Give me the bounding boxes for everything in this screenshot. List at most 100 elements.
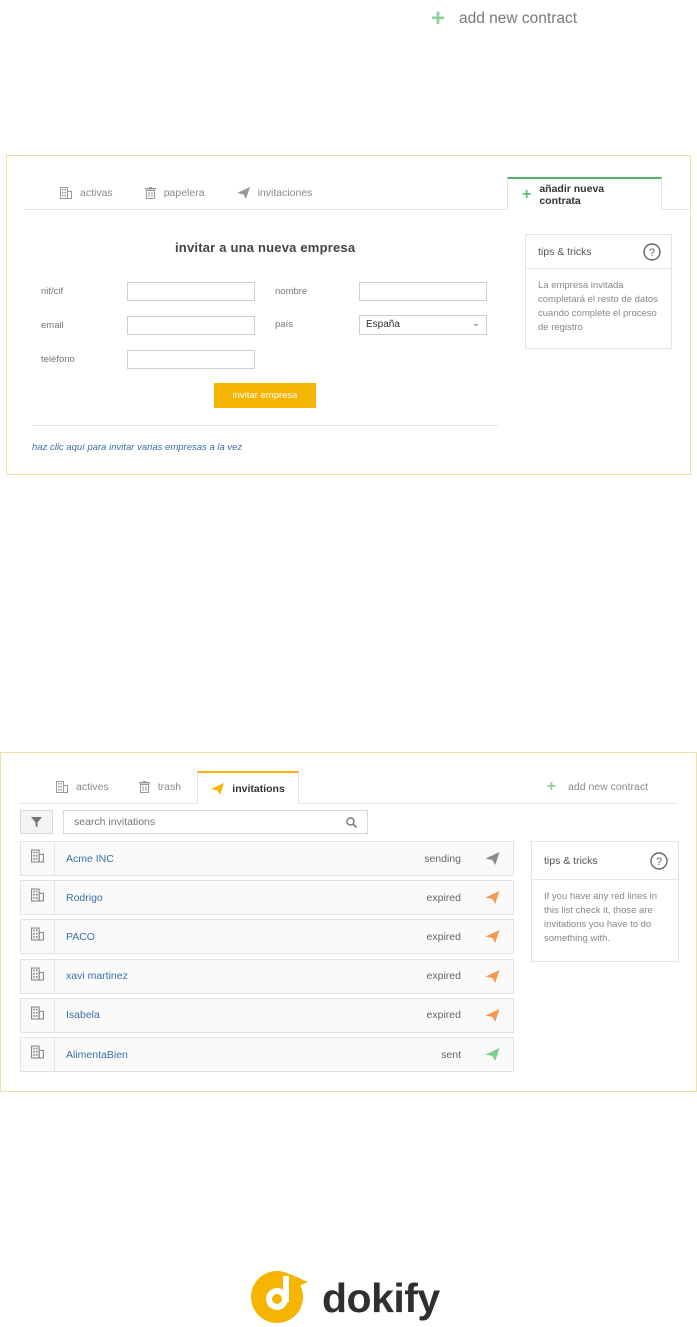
nombre-label: nombre [275,286,308,297]
tab-invitations-label: invitations [232,782,285,795]
dokify-logo-wordmark: dokify [322,1275,440,1321]
tab-bar: activas papelera invitaciones + añadir n… [24,176,690,210]
tab-invitaciones-label: invitaciones [257,187,313,199]
building-icon [31,967,44,986]
help-icon[interactable]: ? [643,242,661,261]
building-icon-cell [21,881,55,915]
svg-text:?: ? [649,247,655,259]
tab-papelera[interactable]: papelera [131,177,219,209]
tab-activas-label: activas [80,187,113,199]
plus-icon: + [546,778,557,795]
building-icon-cell [21,959,55,993]
invitation-name[interactable]: Rodrigo [66,892,427,904]
invitation-status: sending [424,852,461,865]
tips-title: tips & tricks [538,245,592,258]
help-icon[interactable]: ? [650,851,668,870]
tab-anadir-label: añadir nueva contrata [539,182,605,207]
nif-label: nif/cif [41,286,64,297]
form-divider [32,425,498,426]
nif-field[interactable] [127,282,255,301]
email-label: email [41,320,64,331]
dokify-logo-mark-icon [250,1268,314,1327]
tips-body: La empresa invitada completará el resto … [538,280,658,333]
svg-text:?: ? [656,856,662,868]
invitation-status: sent [441,1048,461,1061]
search-box [63,810,368,834]
invitations-panel: actives trash invitations + add new cont… [0,752,697,1092]
building-icon-cell [21,842,55,875]
dokify-logo: dokify [250,1268,440,1327]
filter-button[interactable] [20,810,53,834]
paper-plane-icon[interactable] [481,1048,503,1061]
tab-bar: actives trash invitations + add new cont… [20,769,676,804]
paper-plane-icon[interactable] [481,852,503,865]
tab-actives[interactable]: actives [42,771,123,803]
tab-add-new-contract-label: add new contract [568,781,648,793]
tab-trash-label: trash [157,781,182,793]
trash-icon [138,781,150,793]
paper-plane-icon [211,782,225,795]
tips-header: tips & tricks ? [526,235,671,269]
search-input[interactable] [74,816,324,828]
telefono-label: teléfono [41,354,75,365]
chevron-down-icon: ⌄ [471,318,480,329]
tab-activas[interactable]: activas [46,177,127,209]
tips-body: If you have any red lines in this list c… [544,891,658,944]
tips-box: tips & tricks ? If you have any red line… [531,841,679,962]
table-row[interactable]: xavi martinez expired [20,958,514,994]
table-row[interactable]: PACO expired [20,919,514,955]
invitation-status: expired [426,970,461,983]
paper-plane-icon[interactable] [481,1008,503,1022]
building-icon [56,781,68,793]
invitation-name[interactable]: AlimentaBien [66,1049,441,1061]
invitation-name[interactable]: xavi martinez [66,970,427,982]
telefono-field[interactable] [127,350,255,369]
plus-icon: + [522,185,532,203]
tab-anadir-nueva-contrata[interactable]: + añadir nueva contrata [507,177,662,210]
pais-selected-value: España [366,319,400,330]
building-icon [31,1006,44,1025]
pais-select[interactable]: España ⌄ [359,315,487,335]
invitar-empresa-button[interactable]: invitar empresa [214,383,316,408]
paper-plane-icon [236,187,250,199]
nombre-field[interactable] [359,282,487,301]
bulk-invite-link[interactable]: haz clic aquí para invitar varias empres… [32,442,242,453]
building-icon-cell [21,998,55,1032]
invitation-status: expired [426,930,461,943]
tab-invitaciones[interactable]: invitaciones [223,177,327,209]
tab-actives-label: actives [76,781,109,793]
search-icon[interactable] [346,816,357,828]
tab-invitations[interactable]: invitations [197,771,300,804]
invitation-status: expired [426,891,461,904]
invitation-name[interactable]: Isabela [66,1009,427,1021]
top-add-contract-label: add new contract [459,10,578,27]
building-icon [60,187,72,199]
building-icon [31,849,44,868]
tab-papelera-label: papelera [163,187,205,199]
paper-plane-icon[interactable] [481,969,503,983]
building-icon-cell [21,1038,55,1071]
table-row[interactable]: AlimentaBien sent [20,1037,514,1072]
paper-plane-icon[interactable] [481,891,503,905]
tab-trash[interactable]: trash [125,771,195,803]
tips-title: tips & tricks [544,854,598,867]
tab-add-new-contract[interactable]: + add new contract [533,771,662,803]
tips-box: tips & tricks ? La empresa invitada comp… [525,234,672,349]
table-row[interactable]: Isabela expired [20,997,514,1033]
invitation-name[interactable]: PACO [66,931,427,943]
trash-icon [144,187,156,199]
tips-header: tips & tricks ? [532,842,678,880]
building-icon [31,1045,44,1064]
invitation-status: expired [426,1009,461,1022]
email-field[interactable] [127,316,255,335]
building-icon-cell [21,920,55,954]
building-icon [31,888,44,907]
invite-company-panel: activas papelera invitaciones + añadir n… [6,155,691,475]
table-row[interactable]: Acme INC sending [20,841,514,876]
plus-icon: + [431,5,446,32]
table-row[interactable]: Rodrigo expired [20,880,514,916]
top-add-contract-button[interactable]: + add new contract [426,4,602,34]
invitation-name[interactable]: Acme INC [66,853,424,865]
paper-plane-icon[interactable] [481,930,503,944]
form-title: invitar a una nueva empresa [175,240,356,255]
